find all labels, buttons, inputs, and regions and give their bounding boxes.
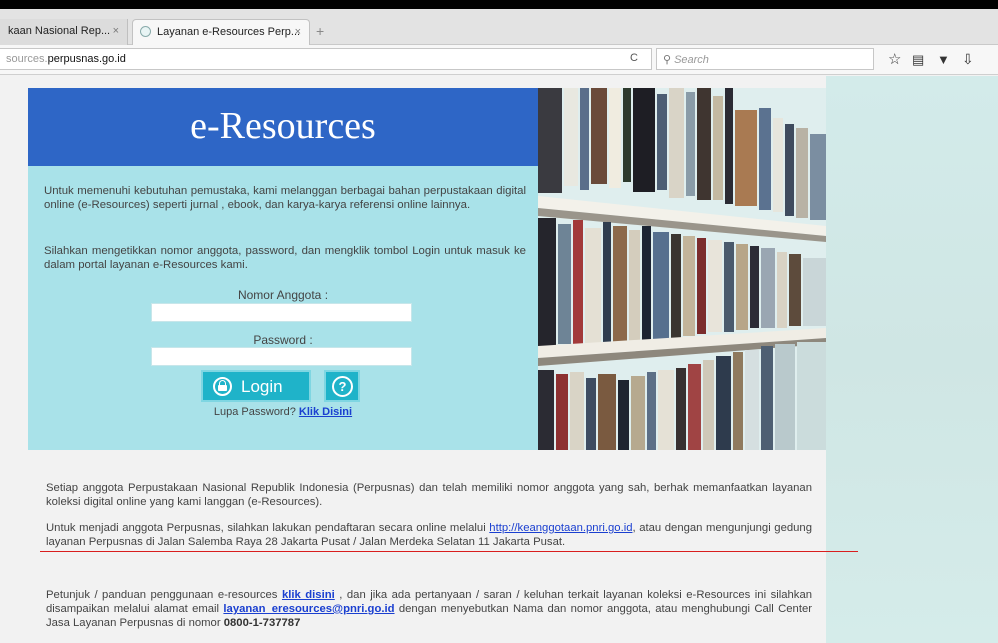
instructions-text: Silahkan mengetikkan nomor anggota, pass… [44,245,526,271]
help-button[interactable]: ? [324,370,360,402]
close-tab-icon[interactable]: × [295,26,301,38]
reading-list-icon[interactable]: ▤ [912,52,924,68]
favicon-icon [140,26,151,37]
password-input[interactable] [151,347,412,366]
nav-bar: sources.perpusnas.go.id C ⚲ Search ☆ ▤ ▼ … [0,45,998,75]
password-label: Password : [253,333,313,347]
login-panel: e-Resources Untuk memenuhi kebutuhan pem… [28,88,538,450]
guide-link[interactable]: klik disini [282,589,335,601]
search-placeholder: Search [674,54,709,66]
close-tab-icon[interactable]: × [113,25,119,37]
member-number-label: Nomor Anggota : [237,288,329,302]
guide-text: Petunjuk / panduan penggunaan e-resource… [46,589,278,601]
tab-strip: kaan Nasional Rep... × Layanan e-Resourc… [0,9,998,45]
tab-label: kaan Nasional Rep... [8,25,111,37]
reload-icon[interactable]: C [630,52,638,64]
registration-info: Untuk menjadi anggota Perpusnas, silahka… [46,521,812,549]
tab-perpusnas[interactable]: kaan Nasional Rep... × [0,19,128,45]
login-button-label: Login [241,377,283,396]
bookmark-star-icon[interactable]: ☆ [888,50,901,68]
search-icon: ⚲ [663,54,672,66]
forgot-password: Lupa Password? Klik Disini [28,406,538,418]
browser-window: kaan Nasional Rep... × Layanan e-Resourc… [0,9,998,643]
registration-text: Untuk menjadi anggota Perpusnas, silahka… [46,522,486,534]
forgot-password-text: Lupa Password? [213,406,296,418]
annotation-underline [40,551,858,552]
new-tab-icon[interactable]: + [316,23,324,39]
url-prefix: sources. [6,53,48,65]
intro-text: Untuk memenuhi kebutuhan pemustaka, kami… [44,185,526,211]
address-bar[interactable]: sources.perpusnas.go.id [0,48,652,70]
tab-e-resources[interactable]: Layanan e-Resources Perp... × [132,19,310,45]
header-bar: e-Resources [28,88,538,166]
page-content: e-Resources Untuk memenuhi kebutuhan pem… [0,76,998,643]
membership-link[interactable]: http://keanggotaan.pnri.go.id [489,522,632,534]
help-icon: ? [332,376,353,397]
email-link[interactable]: layanan_eresources@pnri.go.id [223,603,394,615]
tab-label: Layanan e-Resources Perp... [157,26,301,38]
bookshelf-image [538,88,826,450]
help-info: Petunjuk / panduan penggunaan e-resource… [46,588,812,630]
page-title: e-Resources [190,105,376,147]
pocket-icon[interactable]: ▼ [937,52,950,67]
login-button[interactable]: Login [201,370,311,402]
membership-info: Setiap anggota Perpustakaan Nasional Rep… [46,482,812,508]
url-domain: perpusnas.go.id [47,53,126,65]
call-center-number: 0800-1-737787 [223,617,301,629]
search-input[interactable]: ⚲ Search [656,48,874,70]
download-icon[interactable]: ⇩ [962,51,974,68]
member-number-input[interactable] [151,303,412,322]
forgot-password-link[interactable]: Klik Disini [299,406,352,418]
background-image [826,76,998,643]
lock-icon [213,377,232,396]
